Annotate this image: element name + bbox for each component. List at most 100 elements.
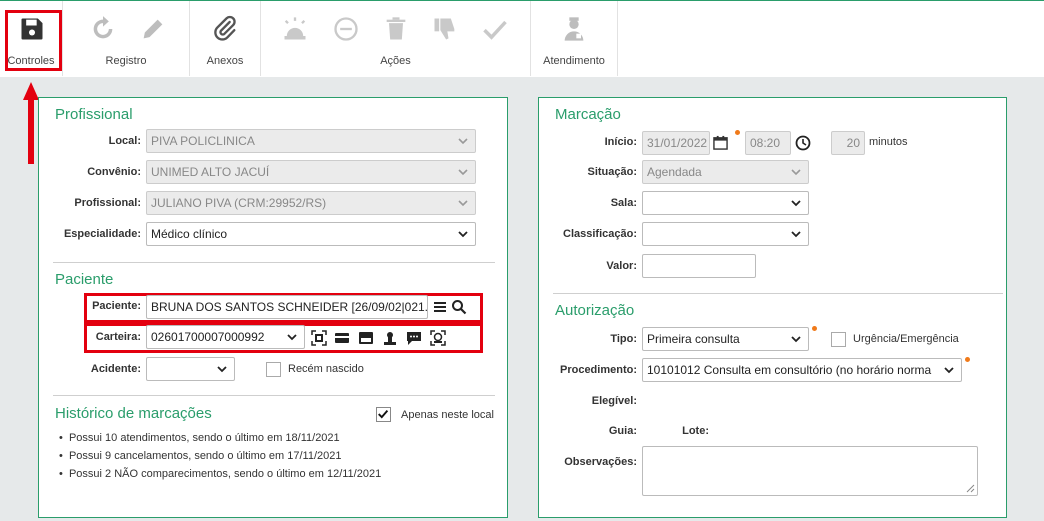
recem-nascido-label: Recém nascido — [288, 363, 364, 375]
procedimento-label: Procedimento: — [559, 364, 637, 376]
situacao-select[interactable]: Agendada — [642, 160, 809, 184]
observacoes-textarea[interactable] — [642, 446, 978, 496]
acoes-label: Ações — [380, 55, 411, 67]
chevron-down-icon — [791, 200, 801, 207]
chat-icon[interactable] — [405, 329, 423, 347]
guia-label: Guia: — [608, 425, 637, 437]
alarm-bell-icon[interactable] — [279, 13, 311, 45]
history-item: • Possui 9 cancelamentos, sendo o último… — [59, 450, 342, 462]
minus-circle-icon[interactable] — [330, 13, 362, 45]
tipo-select[interactable]: Primeira consulta — [642, 327, 809, 351]
search-icon[interactable] — [450, 298, 468, 316]
card-number-icon[interactable] — [357, 329, 375, 347]
calendar-icon[interactable] — [713, 135, 728, 150]
chevron-down-icon — [217, 366, 227, 373]
paciente-label: Paciente: — [92, 300, 141, 312]
valor-label: Valor: — [606, 260, 637, 272]
sala-select[interactable] — [642, 191, 809, 215]
inicio-date-value: 31/01/2022 — [647, 136, 708, 150]
chevron-down-icon — [458, 200, 468, 207]
atendimento-group: Atendimento — [531, 1, 618, 76]
recem-nascido-checkbox[interactable] — [266, 362, 281, 377]
anexos-group: Anexos — [190, 1, 261, 76]
trash-icon[interactable] — [380, 13, 412, 45]
chevron-down-icon — [458, 169, 468, 176]
paciente-input[interactable]: BRUNA DOS SANTOS SCHNEIDER [26/09/02|021… — [146, 295, 428, 319]
chevron-down-icon — [458, 231, 468, 238]
profissional-title: Profissional — [55, 106, 133, 123]
carteira-select[interactable]: 02601700007000992 — [146, 325, 305, 349]
inicio-time-value: 08:20 — [750, 136, 781, 150]
situacao-label: Situação: — [587, 166, 637, 178]
inicio-label: Início: — [604, 136, 637, 148]
divider — [53, 395, 495, 396]
anexos-label: Anexos — [206, 55, 244, 67]
profissional-select[interactable]: JULIANO PIVA (CRM:29952/RS) — [146, 191, 476, 215]
history-item: • Possui 10 atendimentos, sendo o último… — [59, 432, 340, 444]
chevron-down-icon — [944, 367, 954, 374]
classificacao-select[interactable] — [642, 222, 809, 246]
paciente-value: BRUNA DOS SANTOS SCHNEIDER [26/09/02|021… — [151, 300, 428, 314]
toolbar: Controles Registro Anexos Ações Atendime… — [0, 0, 1044, 77]
autorizacao-title: Autorização — [555, 302, 635, 319]
checkmark-icon[interactable] — [479, 13, 511, 45]
refresh-icon[interactable] — [87, 13, 119, 45]
chevron-down-icon — [791, 169, 801, 176]
convenio-value: UNIMED ALTO JACUÍ — [151, 165, 270, 179]
especialidade-label: Especialidade: — [63, 228, 141, 240]
chevron-down-icon — [791, 231, 801, 238]
clock-icon[interactable] — [795, 135, 811, 151]
doctor-icon[interactable] — [558, 13, 590, 45]
historico-title: Histórico de marcações — [55, 405, 212, 422]
credit-card-icon[interactable] — [333, 329, 351, 347]
carteira-label: Carteira: — [95, 331, 141, 343]
marcacao-title: Marcação — [555, 106, 621, 123]
profissional-label: Profissional: — [74, 197, 141, 209]
inicio-time-input[interactable]: 08:20 — [745, 131, 791, 155]
history-item-text: Possui 10 atendimentos, sendo o último e… — [68, 432, 340, 444]
chevron-down-icon — [287, 334, 297, 341]
registro-group: Registro — [63, 1, 190, 76]
convenio-label: Convênio: — [87, 166, 141, 178]
tipo-value: Primeira consulta — [647, 332, 740, 346]
local-value: PIVA POLICLINICA — [151, 134, 255, 148]
required-indicator — [812, 326, 817, 331]
situacao-value: Agendada — [647, 165, 702, 179]
especialidade-value: Médico clínico — [151, 227, 228, 241]
apenas-local-checkbox[interactable] — [376, 407, 391, 422]
profissional-value: JULIANO PIVA (CRM:29952/RS) — [151, 196, 327, 210]
required-indicator — [965, 357, 970, 362]
right-panel: Marcação Início: 31/01/2022 08:20 20 min… — [538, 97, 1007, 518]
local-label: Local: — [108, 135, 141, 147]
duration-input[interactable]: 20 — [831, 131, 865, 155]
tipo-label: Tipo: — [610, 333, 637, 345]
check-icon — [378, 409, 389, 419]
procedimento-select[interactable]: 10101012 Consulta em consultório (no hor… — [642, 358, 962, 382]
minutos-label: minutos — [869, 136, 908, 148]
resize-grip-icon[interactable] — [966, 484, 975, 493]
convenio-select[interactable]: UNIMED ALTO JACUÍ — [146, 160, 476, 184]
acidente-label: Acidente: — [90, 363, 141, 375]
left-panel: Profissional Local: PIVA POLICLINICA Con… — [38, 97, 508, 518]
acidente-select[interactable] — [146, 357, 235, 381]
inicio-date-input[interactable]: 31/01/2022 — [642, 131, 710, 155]
valor-input[interactable] — [642, 254, 756, 278]
controles-highlight-box — [5, 10, 62, 71]
sala-label: Sala: — [610, 197, 637, 209]
urgencia-checkbox[interactable] — [831, 332, 846, 347]
divider — [53, 262, 495, 263]
edit-icon[interactable] — [137, 13, 169, 45]
local-select[interactable]: PIVA POLICLINICA — [146, 129, 476, 153]
history-item-text: Possui 2 NÃO comparecimentos, sendo o úl… — [68, 468, 382, 480]
qr-scan-icon[interactable] — [310, 329, 328, 347]
menu-icon[interactable] — [431, 298, 449, 316]
paperclip-icon[interactable] — [209, 13, 241, 45]
atendimento-label: Atendimento — [543, 55, 605, 67]
face-id-icon[interactable] — [429, 329, 447, 347]
acoes-group: Ações — [261, 1, 531, 76]
especialidade-select[interactable]: Médico clínico — [146, 222, 476, 246]
thumbs-down-icon[interactable] — [429, 13, 461, 45]
registro-label: Registro — [105, 55, 147, 67]
fingerprint-scan-icon[interactable] — [381, 329, 399, 347]
required-indicator — [735, 130, 740, 135]
